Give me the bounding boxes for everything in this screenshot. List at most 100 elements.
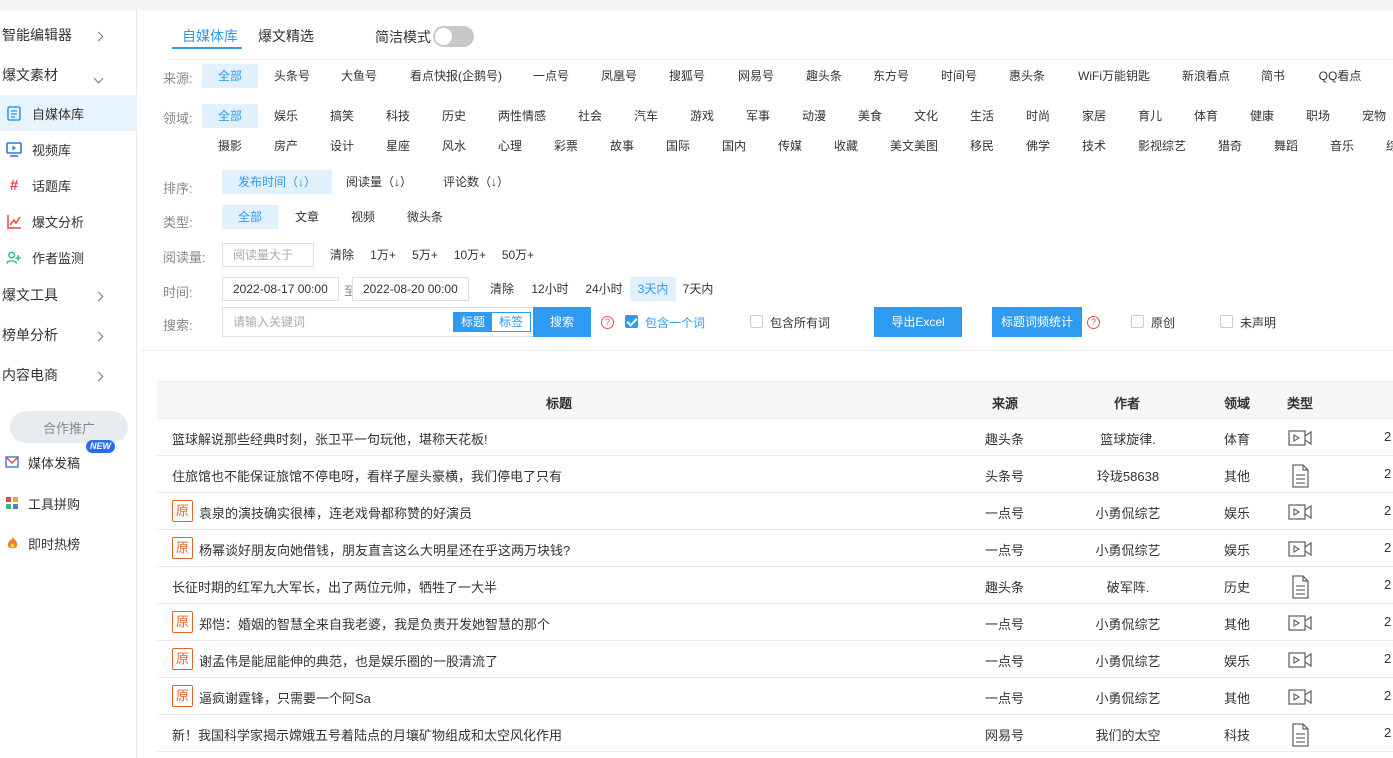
sidebar-group-editor[interactable]: 智能编辑器 xyxy=(0,15,137,55)
domain-option[interactable]: 星座 xyxy=(386,134,410,158)
article-author[interactable]: 小勇侃综艺 xyxy=(1068,688,1188,707)
domain-option[interactable]: 军事 xyxy=(746,104,770,128)
export-excel-button[interactable]: 导出Excel xyxy=(874,307,962,337)
source-option[interactable]: 惠头条 xyxy=(1009,64,1045,88)
domain-option[interactable]: 搞笑 xyxy=(330,104,354,128)
table-row[interactable]: 原郑恺：婚姻的智慧全来自我老婆，我是负责开发她智慧的那个 一点号 小勇侃综艺 其他 2 xyxy=(157,604,1393,641)
domain-option[interactable]: 美文美图 xyxy=(890,134,938,158)
sidebar-group-ecommerce[interactable]: 内容电商 xyxy=(0,355,137,395)
domain-option[interactable]: 房产 xyxy=(274,134,298,158)
article-title-link[interactable]: 住旅馆也不能保证旅馆不停电呀，看样子屋头豪横，我们停电了只有 xyxy=(172,466,562,485)
sidebar-item-topic-library[interactable]: # 话题库 xyxy=(0,167,137,203)
source-option[interactable]: 时间号 xyxy=(941,64,977,88)
source-option[interactable]: 趣头条 xyxy=(806,64,842,88)
domain-option[interactable]: 猎奇 xyxy=(1218,134,1242,158)
title-word-frequency-button[interactable]: 标题词频统计 xyxy=(992,307,1082,337)
domain-option[interactable]: 时尚 xyxy=(1026,104,1050,128)
reads-option[interactable]: 清除 xyxy=(327,243,357,267)
type-option[interactable]: 文章 xyxy=(290,205,324,229)
source-option[interactable]: QQ看点 xyxy=(1317,64,1363,88)
source-option[interactable]: 一点号 xyxy=(533,64,569,88)
domain-option[interactable]: 技术 xyxy=(1082,134,1106,158)
simple-mode-toggle[interactable] xyxy=(433,26,474,47)
source-option[interactable]: 新浪看点 xyxy=(1181,64,1231,88)
article-title-link[interactable]: 篮球解说那些经典时刻，张卫平一句玩他，堪称天花板! xyxy=(172,429,488,448)
sidebar-ext-media-release[interactable]: 媒体发稿 NEW xyxy=(0,440,137,480)
article-author[interactable]: 小勇侃综艺 xyxy=(1068,503,1188,522)
table-row[interactable]: 新！我国科学家揭示嫦娥五号着陆点的月壤矿物组成和太空风化作用 网易号 我们的太空 科技… xyxy=(157,715,1393,752)
domain-option[interactable]: 历史 xyxy=(442,104,466,128)
domain-option[interactable]: 体育 xyxy=(1194,104,1218,128)
search-scope-tag[interactable]: 标签 xyxy=(492,313,530,331)
domain-option[interactable]: 影视综艺 xyxy=(1138,134,1186,158)
reads-option[interactable]: 1万+ xyxy=(367,243,399,267)
domain-option[interactable]: 娱乐 xyxy=(274,104,298,128)
domain-option[interactable]: 家居 xyxy=(1082,104,1106,128)
domain-option[interactable]: 综 xyxy=(1386,134,1393,158)
reads-min-input[interactable]: 阅读量大于 xyxy=(222,243,314,267)
domain-option[interactable]: 摄影 xyxy=(218,134,242,158)
help-icon[interactable]: ? xyxy=(601,316,614,329)
source-option[interactable]: 凤凰号 xyxy=(601,64,637,88)
type-option[interactable]: 视频 xyxy=(346,205,380,229)
sidebar-group-rankings[interactable]: 榜单分析 xyxy=(0,315,137,355)
domain-option[interactable]: 舞蹈 xyxy=(1274,134,1298,158)
domain-option[interactable]: 美食 xyxy=(858,104,882,128)
article-author[interactable]: 小勇侃综艺 xyxy=(1068,651,1188,670)
time-option[interactable]: 12小时 xyxy=(527,277,573,301)
type-option[interactable]: 全部 xyxy=(222,205,278,229)
undeclared-checkbox[interactable] xyxy=(1220,315,1233,328)
original-checkbox[interactable] xyxy=(1131,315,1144,328)
table-row[interactable]: 原杨幂谈好朋友向她借钱，朋友直言这么大明星还在乎这两万块钱? 一点号 小勇侃综艺 娱乐… xyxy=(157,530,1393,567)
table-row[interactable]: 篮球解说那些经典时刻，张卫平一句玩他，堪称天花板! 趣头条 篮球旋律. 体育 2 xyxy=(157,419,1393,456)
source-option[interactable]: WiFi万能钥匙 xyxy=(1077,64,1151,88)
source-option[interactable]: 网易号 xyxy=(738,64,774,88)
domain-option[interactable]: 健康 xyxy=(1250,104,1274,128)
domain-option[interactable]: 设计 xyxy=(330,134,354,158)
domain-option[interactable]: 移民 xyxy=(970,134,994,158)
time-option[interactable]: 24小时 xyxy=(581,277,627,301)
sidebar-item-author-monitor[interactable]: 作者监测 xyxy=(0,239,137,275)
domain-option[interactable]: 音乐 xyxy=(1330,134,1354,158)
source-option[interactable]: 看点快报(企鹅号) xyxy=(409,64,503,88)
help-icon[interactable]: ? xyxy=(1087,316,1100,329)
sort-option[interactable]: 评论数（↓） xyxy=(443,170,509,194)
column-header-domain[interactable]: 领域 xyxy=(1224,393,1250,412)
article-author[interactable]: 我们的太空 xyxy=(1068,725,1188,744)
time-option[interactable]: 清除 xyxy=(487,277,517,301)
sidebar-ext-hot-list[interactable]: 即时热榜 xyxy=(0,525,137,561)
article-author[interactable]: 小勇侃综艺 xyxy=(1068,614,1188,633)
domain-option[interactable]: 育儿 xyxy=(1138,104,1162,128)
source-option[interactable]: 大鱼号 xyxy=(341,64,377,88)
domain-option[interactable]: 社会 xyxy=(578,104,602,128)
table-row[interactable]: 原谢孟伟是能屈能伸的典范，也是娱乐圈的一股清流了 一点号 小勇侃综艺 娱乐 2 xyxy=(157,641,1393,678)
table-row[interactable]: 原逼疯谢霆锋，只需要一个阿Sa 一点号 小勇侃综艺 其他 2 xyxy=(157,678,1393,715)
domain-option[interactable]: 故事 xyxy=(610,134,634,158)
domain-option[interactable]: 宠物 xyxy=(1362,104,1386,128)
domain-option[interactable]: 汽车 xyxy=(634,104,658,128)
article-author[interactable]: 小勇侃综艺 xyxy=(1068,540,1188,559)
column-header-title[interactable]: 标题 xyxy=(546,393,572,412)
column-header-source[interactable]: 来源 xyxy=(992,393,1018,412)
domain-option[interactable]: 游戏 xyxy=(690,104,714,128)
column-header-author[interactable]: 作者 xyxy=(1114,393,1140,412)
time-start-input[interactable]: 2022-08-17 00:00 xyxy=(222,277,339,301)
domain-option[interactable]: 传媒 xyxy=(778,134,802,158)
reads-option[interactable]: 50万+ xyxy=(499,243,537,267)
domain-option[interactable]: 文化 xyxy=(914,104,938,128)
article-author[interactable]: 玲珑58638 xyxy=(1068,466,1188,485)
source-option[interactable]: 简书 xyxy=(1261,64,1285,88)
article-title-link[interactable]: 长征时期的红军九大军长，出了两位元帅，牺牲了一大半 xyxy=(172,577,497,596)
time-end-input[interactable]: 2022-08-20 00:00 xyxy=(352,277,469,301)
source-option[interactable]: 搜狐号 xyxy=(669,64,705,88)
domain-option[interactable]: 国内 xyxy=(722,134,746,158)
source-option[interactable]: 东方号 xyxy=(873,64,909,88)
article-title-link[interactable]: 袁泉的演技确实很棒，连老戏骨都称赞的好演员 xyxy=(199,503,472,522)
domain-option[interactable]: 彩票 xyxy=(554,134,578,158)
include-all-checkbox[interactable] xyxy=(750,315,763,328)
domain-option[interactable]: 佛学 xyxy=(1026,134,1050,158)
table-row[interactable]: 原袁泉的演技确实很棒，连老戏骨都称赞的好演员 一点号 小勇侃综艺 娱乐 2 xyxy=(157,493,1393,530)
time-option[interactable]: 7天内 xyxy=(680,277,716,301)
column-header-type[interactable]: 类型 xyxy=(1287,393,1313,412)
domain-option[interactable]: 职场 xyxy=(1306,104,1330,128)
